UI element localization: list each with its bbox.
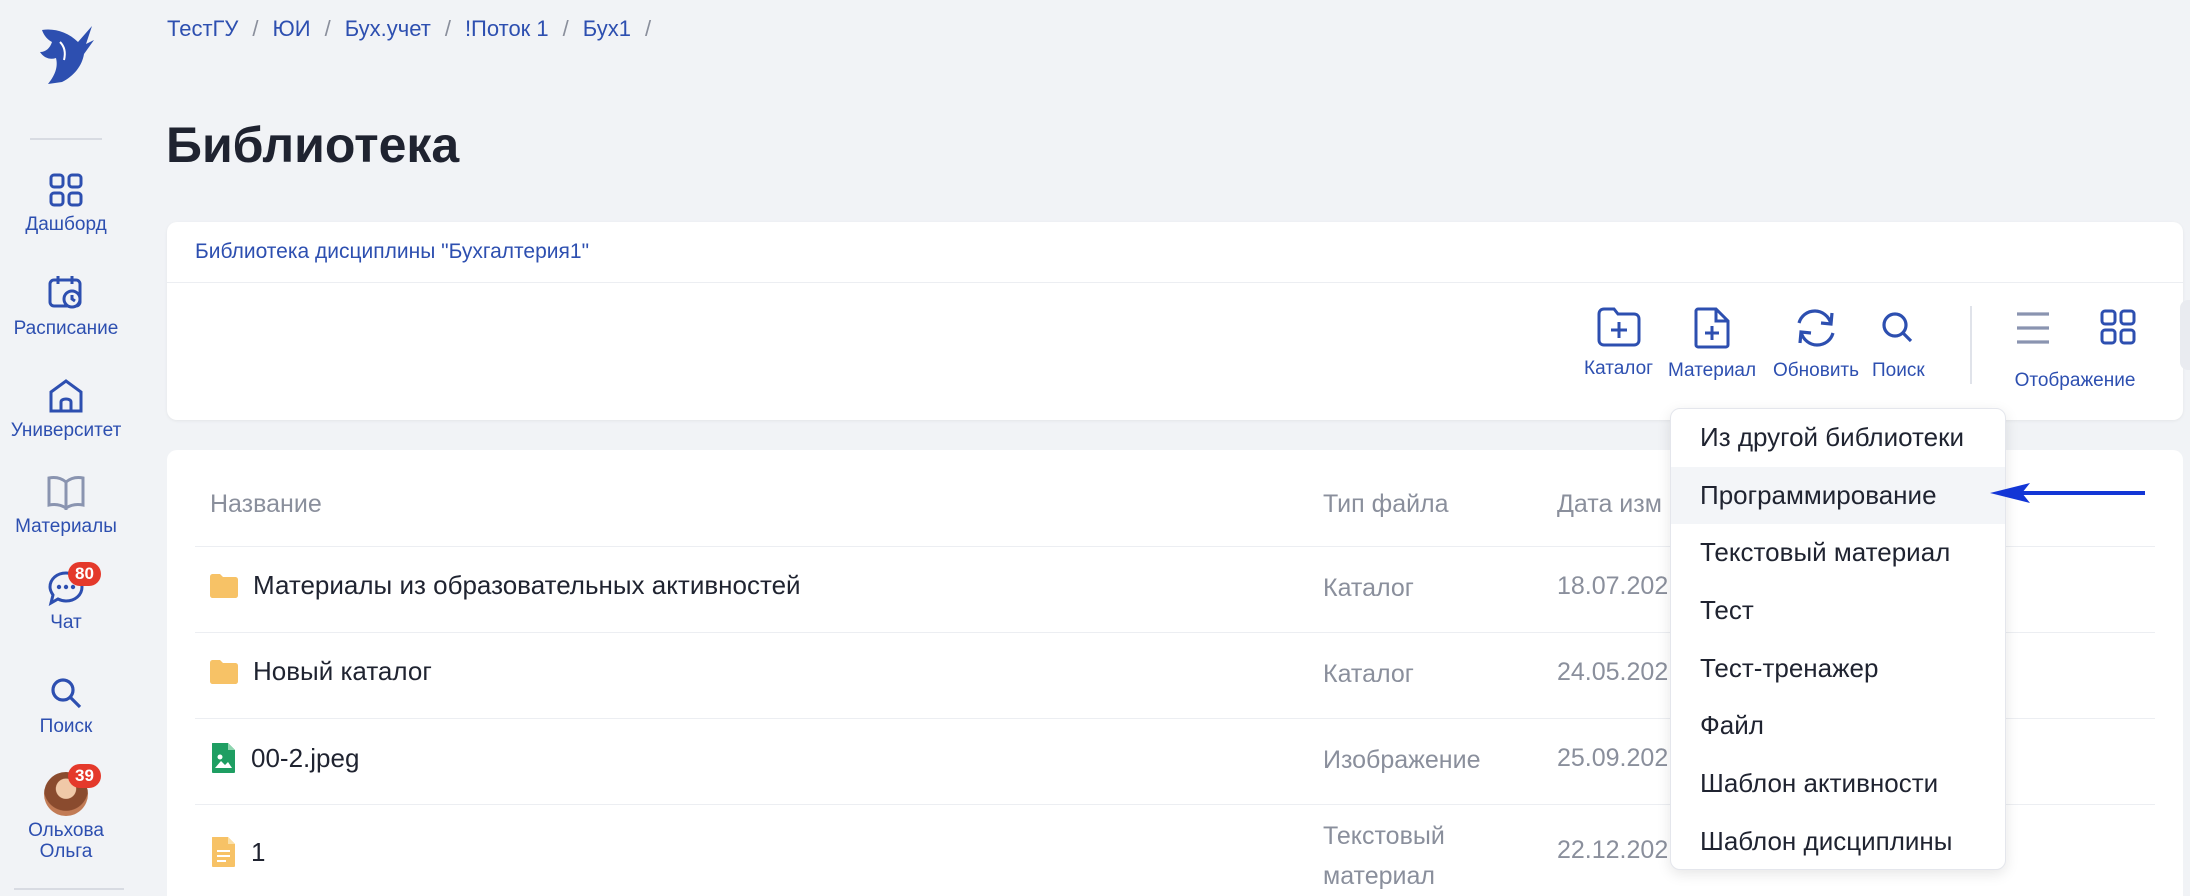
nav-item-university[interactable]: Университет: [0, 378, 132, 442]
menu-item-programming[interactable]: Программирование: [1671, 466, 2005, 525]
breadcrumb-separator: /: [444, 16, 451, 41]
breadcrumb-separator: /: [324, 16, 331, 41]
search-icon: [1882, 312, 1913, 343]
sidebar-divider: [14, 888, 124, 890]
sidebar: Дашборд Расписание Университет Материалы…: [0, 0, 132, 896]
add-material-label: Материал: [1668, 360, 1757, 381]
row-name-cell: 00-2.jpeg: [209, 742, 359, 774]
side-panel-handle[interactable]: [2180, 300, 2190, 370]
breadcrumb-separator: /: [252, 16, 259, 41]
row-name: Новый каталог: [253, 656, 432, 686]
menu-item-test-trainer[interactable]: Тест-тренажер: [1671, 640, 2005, 698]
library-title: Библиотека дисциплины "Бухгалтерия1": [195, 240, 590, 263]
display-mode-button[interactable]: Отображение: [2001, 306, 2149, 392]
nav-item-materials[interactable]: Материалы: [0, 474, 132, 538]
breadcrumb-item[interactable]: ЮИ: [273, 16, 311, 42]
add-catalog-button[interactable]: Каталог: [1584, 306, 1653, 380]
university-icon: [49, 379, 83, 413]
logo-icon[interactable]: [34, 22, 98, 86]
grid-view-icon[interactable]: [2100, 306, 2136, 350]
add-catalog-label: Каталог: [1584, 358, 1654, 379]
nav-item-dashboard[interactable]: Дашборд: [0, 172, 132, 236]
page-title: Библиотека: [166, 117, 460, 173]
row-type: Изображение: [1323, 740, 1480, 780]
column-header-name[interactable]: Название: [210, 490, 322, 519]
nav-item-profile[interactable]: Ольхова Ольга 39: [0, 764, 132, 862]
text-file-icon: [212, 837, 235, 867]
grid-icon: [49, 173, 83, 207]
breadcrumb-item[interactable]: !Поток 1: [465, 16, 549, 42]
folder-plus-icon: [1597, 307, 1641, 347]
nav-label-search: Поиск: [39, 716, 93, 737]
row-name-cell: Материалы из образовательных активностей: [209, 570, 801, 601]
list-view-icon[interactable]: [2015, 306, 2051, 350]
row-type: Текстовый материал: [1323, 816, 1445, 896]
annotation-arrow-icon: [1990, 483, 2145, 503]
nav-label-university: Университет: [10, 420, 122, 441]
nav-item-search[interactable]: Поиск: [0, 676, 132, 738]
row-type: Каталог: [1323, 654, 1414, 694]
search-icon: [51, 678, 82, 709]
breadcrumb-item[interactable]: Бух.учет: [345, 16, 431, 42]
library-toolbar-card: Библиотека дисциплины "Бухгалтерия1" Кат…: [167, 222, 2183, 420]
menu-item-text-material[interactable]: Текстовый материал: [1671, 524, 2005, 582]
row-type: Каталог: [1323, 568, 1414, 608]
refresh-icon: [1797, 309, 1835, 347]
sidebar-divider: [30, 138, 102, 140]
menu-item-activity-template[interactable]: Шаблон активности: [1671, 755, 2005, 813]
row-date: 25.09.202: [1557, 744, 1669, 772]
refresh-label: Обновить: [1773, 360, 1860, 381]
nav-item-schedule[interactable]: Расписание: [0, 274, 132, 340]
book-icon: [47, 476, 85, 510]
row-name-cell: Новый каталог: [209, 656, 432, 687]
chat-unread-badge: 80: [68, 562, 101, 586]
calendar-clock-icon: [48, 276, 82, 309]
image-file-icon: [212, 743, 235, 773]
folder-icon: [210, 573, 238, 598]
row-name-cell: 1: [209, 836, 265, 868]
row-type-line: Каталог: [1323, 574, 1414, 602]
column-header-type[interactable]: Тип файла: [1323, 490, 1449, 519]
row-name: 1: [251, 836, 266, 867]
file-plus-icon: [1694, 307, 1730, 349]
nav-item-chat[interactable]: Чат 80: [0, 562, 132, 634]
breadcrumb: ТестГУ / ЮИ / Бух.учет / !Поток 1 / Бух1…: [167, 16, 665, 42]
menu-item-from-other-library[interactable]: Из другой библиотеки: [1671, 409, 2005, 467]
folder-icon: [210, 659, 238, 684]
row-type-line: Каталог: [1323, 660, 1414, 688]
nav-label-dashboard: Дашборд: [25, 214, 107, 235]
menu-item-file[interactable]: Файл: [1671, 697, 2005, 755]
row-type-line: материал: [1323, 862, 1435, 890]
display-mode-label: Отображение: [2014, 370, 2136, 391]
row-date: 18.07.202: [1557, 572, 1669, 600]
row-type-line: Изображение: [1323, 746, 1481, 774]
toolbar-divider: [1970, 306, 1972, 384]
menu-item-test[interactable]: Тест: [1671, 582, 2005, 640]
breadcrumb-item[interactable]: Бух1: [583, 16, 631, 42]
breadcrumb-separator: /: [644, 16, 652, 41]
add-material-dropdown: Из другой библиотеки Программирование Те…: [1670, 408, 2006, 870]
search-button[interactable]: Поиск: [1872, 306, 1925, 382]
nav-label-chat: Чат: [50, 612, 82, 633]
profile-notification-badge: 39: [68, 764, 101, 788]
card-divider: [167, 282, 2183, 283]
row-date: 24.05.202: [1557, 658, 1669, 686]
nav-label-schedule: Расписание: [13, 318, 119, 339]
nav-label-materials: Материалы: [15, 516, 117, 537]
refresh-button[interactable]: Обновить: [1773, 306, 1859, 382]
row-name: 00-2.jpeg: [251, 742, 360, 773]
breadcrumb-item[interactable]: ТестГУ: [167, 16, 238, 42]
row-date: 22.12.202: [1557, 836, 1669, 864]
menu-item-discipline-template[interactable]: Шаблон дисциплины: [1671, 813, 2005, 869]
search-label: Поиск: [1872, 360, 1925, 381]
profile-name-line2: Ольга: [39, 841, 93, 862]
row-type-line: Текстовый: [1323, 822, 1445, 850]
add-material-button[interactable]: Материал: [1668, 306, 1756, 382]
breadcrumb-separator: /: [562, 16, 569, 41]
column-header-date[interactable]: Дата изм: [1557, 490, 1662, 519]
profile-name-line1: Ольхова: [28, 820, 104, 841]
row-name: Материалы из образовательных активностей: [253, 570, 801, 600]
